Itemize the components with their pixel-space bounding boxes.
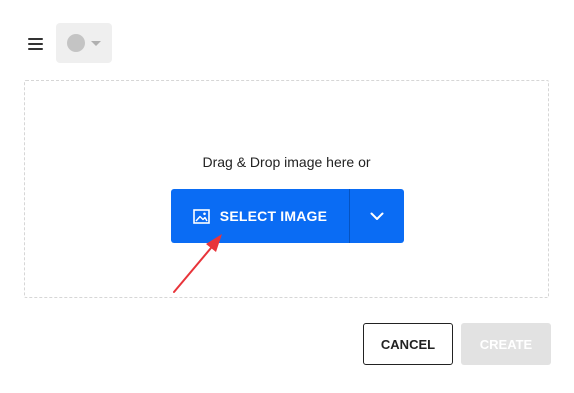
upload-dialog: Drag & Drop image here or SELECT IMAGE C… xyxy=(0,0,574,393)
select-image-dropdown-toggle[interactable] xyxy=(350,189,404,243)
image-icon xyxy=(192,208,210,224)
select-image-label: SELECT IMAGE xyxy=(219,208,328,224)
caret-down-icon xyxy=(91,41,101,46)
create-button[interactable]: CREATE xyxy=(461,323,551,365)
account-selector[interactable] xyxy=(56,23,112,63)
select-image-split-button: SELECT IMAGE xyxy=(171,189,404,243)
image-dropzone[interactable]: Drag & Drop image here or SELECT IMAGE xyxy=(24,80,549,298)
select-image-button[interactable]: SELECT IMAGE xyxy=(171,189,349,243)
dropzone-prompt: Drag & Drop image here or xyxy=(202,154,371,170)
chevron-down-icon xyxy=(370,212,384,221)
hamburger-menu-icon[interactable] xyxy=(26,33,46,53)
avatar-placeholder-icon xyxy=(67,34,85,52)
cancel-button[interactable]: CANCEL xyxy=(363,323,453,365)
